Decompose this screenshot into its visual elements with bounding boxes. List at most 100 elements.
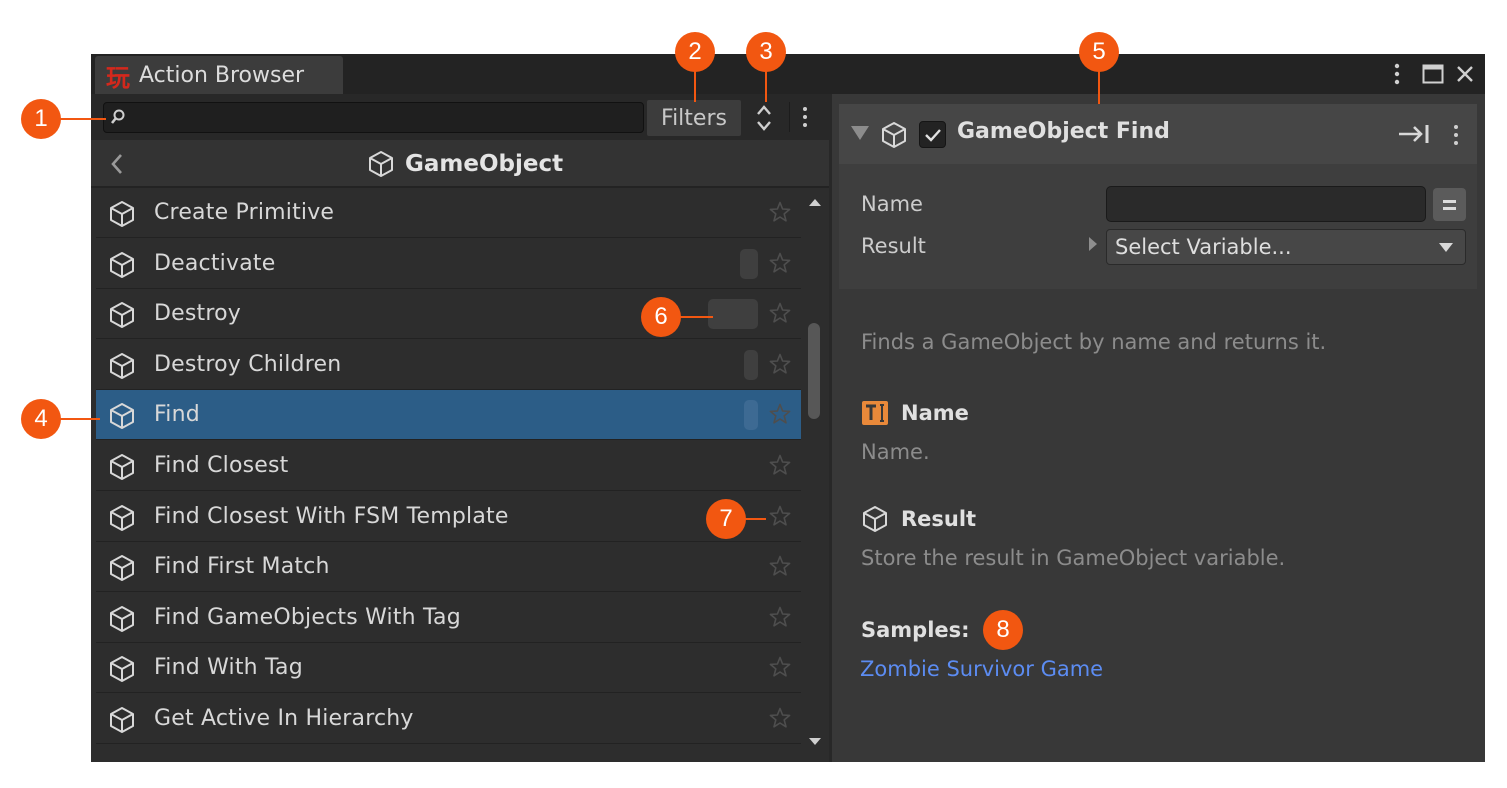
scroll-up-icon[interactable] [807, 196, 823, 208]
action-label: Find First Match [154, 554, 330, 580]
callout-5-line [1098, 70, 1100, 104]
browser-menu-icon[interactable] [794, 102, 816, 132]
action-row[interactable]: Destroy [96, 289, 801, 340]
action-row[interactable]: Get Active In Hierarchy [96, 694, 801, 744]
action-row[interactable]: Create Primitive [96, 188, 801, 238]
action-label: Find With Tag [154, 655, 303, 681]
callout-6: 6 [641, 297, 681, 337]
usage-bar [740, 248, 758, 279]
action-row[interactable]: Find First Match [96, 542, 801, 593]
favorite-star-icon[interactable] [768, 655, 792, 679]
action-label: Destroy Children [154, 351, 342, 377]
action-detail-pane: GameObject Find Name Result Select Varia… [829, 94, 1485, 762]
cube-icon [108, 655, 136, 683]
action-label: Get Active In Hierarchy [154, 706, 414, 731]
action-row[interactable]: Find [96, 390, 801, 441]
param-result-description: Store the result in GameObject variable. [861, 546, 1286, 570]
maximize-icon[interactable] [1419, 60, 1447, 88]
action-header: GameObject Find [839, 104, 1477, 164]
action-browser-window: 玩 Action Browser Filters GameObject Crea… [91, 54, 1485, 762]
category-title: GameObject [367, 148, 563, 180]
callout-6-line [679, 316, 713, 318]
action-row[interactable]: Deactivate [96, 239, 801, 289]
search-icon [110, 109, 125, 124]
cube-icon [108, 352, 136, 380]
cube-icon [108, 301, 136, 329]
favorite-star-icon[interactable] [768, 352, 792, 376]
favorite-star-icon[interactable] [768, 301, 792, 325]
playmaker-logo-icon: 玩 [106, 63, 130, 92]
checkmark-icon [924, 128, 941, 142]
favorite-star-icon[interactable] [768, 251, 792, 275]
callout-2-line [694, 70, 696, 102]
callout-8: 8 [983, 610, 1023, 650]
category-nav: GameObject [91, 140, 829, 188]
param-name-title: Name [901, 401, 969, 425]
action-row[interactable]: Find GameObjects With Tag [96, 593, 801, 643]
favorite-star-icon[interactable] [768, 605, 792, 629]
samples-label: Samples: [861, 618, 970, 642]
scrollbar-thumb[interactable] [808, 323, 820, 419]
param-result-heading: Result [861, 504, 976, 534]
favorite-star-icon[interactable] [768, 706, 792, 730]
favorite-star-icon[interactable] [768, 402, 792, 426]
scroll-down-icon[interactable] [807, 736, 823, 748]
result-variable-select[interactable]: Select Variable... [1106, 229, 1466, 265]
callout-1: 1 [21, 99, 61, 139]
action-menu-icon[interactable] [1449, 120, 1463, 150]
variable-toggle-button[interactable] [1433, 188, 1466, 221]
result-select-value: Select Variable... [1115, 235, 1292, 259]
usage-bar [708, 299, 758, 330]
usage-bar [744, 400, 758, 431]
pane-divider[interactable] [829, 94, 832, 762]
tab-action-browser[interactable]: 玩 Action Browser [95, 56, 343, 94]
favorite-star-icon[interactable] [768, 554, 792, 578]
favorite-star-icon[interactable] [768, 200, 792, 224]
toolbar-divider [789, 102, 790, 132]
cube-icon [882, 122, 906, 148]
cube-icon [108, 706, 136, 734]
sort-toggle-button[interactable] [743, 100, 785, 136]
action-row[interactable]: Destroy Children [96, 340, 801, 390]
close-icon[interactable] [1453, 60, 1477, 88]
action-list: Create Primitive Deactivate Destroy Destroy… [91, 188, 801, 762]
result-field-label: Result [861, 234, 926, 258]
callout-5: 5 [1079, 32, 1119, 72]
cube-icon [108, 453, 136, 481]
callout-2: 2 [675, 32, 715, 72]
dropdown-arrow-icon [1439, 243, 1453, 252]
search-input[interactable] [103, 102, 644, 133]
action-label: Create Primitive [154, 200, 335, 225]
cube-icon [108, 251, 136, 279]
action-label: Find GameObjects With Tag [154, 604, 461, 630]
browser-toolbar: Filters [91, 94, 829, 140]
add-action-icon[interactable] [1397, 122, 1431, 146]
sample-link[interactable]: Zombie Survivor Game [860, 657, 1103, 681]
action-preview-card: GameObject Find Name Result Select Varia… [839, 104, 1477, 289]
cube-icon [108, 504, 136, 532]
action-row[interactable]: Find Closest [96, 441, 801, 491]
enabled-checkbox[interactable] [919, 121, 946, 148]
callout-7-line [744, 518, 766, 520]
action-label: Find Closest [154, 453, 289, 478]
param-name-description: Name. [861, 440, 930, 464]
callout-3-line [765, 70, 767, 102]
callout-4-line [60, 418, 100, 420]
name-field[interactable] [1106, 186, 1426, 222]
action-label: Find Closest With FSM Template [154, 503, 509, 529]
expand-arrow-icon[interactable] [1089, 237, 1097, 251]
sort-icon [757, 105, 771, 131]
list-scrollbar[interactable] [801, 188, 829, 762]
action-label: Find [154, 402, 200, 428]
action-row[interactable]: Find Closest With FSM Template [96, 492, 801, 542]
window-menu-icon[interactable] [1387, 60, 1407, 88]
favorite-star-icon[interactable] [768, 453, 792, 477]
action-title: GameObject Find [957, 119, 1170, 144]
filters-button[interactable]: Filters [647, 100, 741, 136]
cube-icon [863, 506, 887, 532]
action-row[interactable]: Find With Tag [96, 643, 801, 694]
back-icon[interactable] [107, 150, 127, 178]
cube-icon [108, 402, 136, 430]
foldout-icon[interactable] [851, 126, 869, 140]
favorite-star-icon[interactable] [768, 504, 792, 528]
